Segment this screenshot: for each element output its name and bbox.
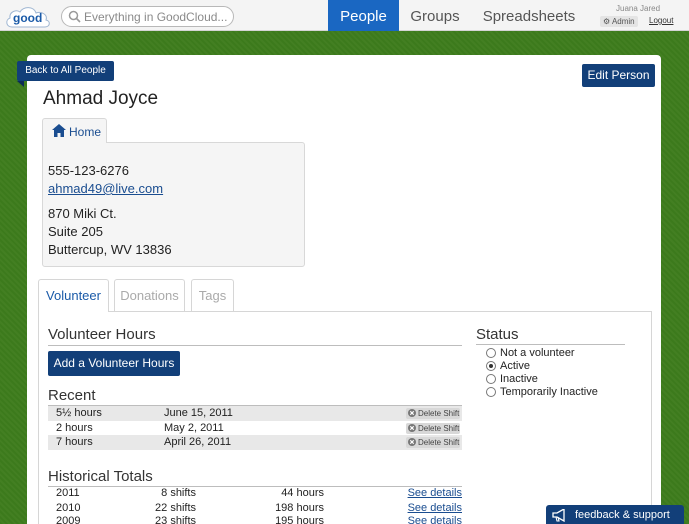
megaphone-icon bbox=[552, 509, 565, 522]
add-volunteer-hours-button[interactable]: Add a Volunteer Hours bbox=[48, 351, 180, 376]
shift-count: 23 shifts bbox=[155, 515, 196, 524]
gear-icon: ⚙ bbox=[603, 17, 611, 26]
top-bar: good People Groups Spreadsheets Juana Ja… bbox=[0, 0, 689, 31]
divider bbox=[48, 345, 462, 346]
phone-number: 555-123-6276 bbox=[48, 163, 129, 178]
radio-button[interactable] bbox=[486, 361, 496, 371]
table-row: 2009 23 shifts 195 hours See details bbox=[48, 514, 462, 524]
historical-totals-title: Historical Totals bbox=[48, 468, 153, 485]
shift-date: May 2, 2011 bbox=[164, 422, 224, 434]
close-circle-icon bbox=[408, 438, 416, 449]
tab-donations[interactable]: Donations bbox=[114, 279, 185, 311]
home-tab-label: Home bbox=[69, 125, 102, 139]
person-name: Ahmad Joyce bbox=[43, 88, 159, 109]
ribbon-tail bbox=[17, 81, 24, 87]
status-option-label: Inactive bbox=[500, 373, 538, 385]
delete-shift-label: Delete Shift bbox=[418, 409, 460, 418]
radio-button[interactable] bbox=[486, 387, 496, 397]
email-link[interactable]: ahmad49@live.com bbox=[48, 181, 163, 196]
admin-label: Admin bbox=[611, 17, 635, 26]
tab-tags[interactable]: Tags bbox=[191, 279, 234, 311]
shift-date: April 26, 2011 bbox=[164, 436, 232, 448]
see-details-link[interactable]: See details bbox=[408, 486, 462, 501]
nav-groups[interactable]: Groups bbox=[399, 0, 471, 31]
table-row: 2011 8 shifts 44 hours See details bbox=[48, 486, 462, 501]
status-option-label: Active bbox=[500, 360, 530, 372]
global-search[interactable] bbox=[61, 6, 234, 27]
close-circle-icon bbox=[408, 409, 416, 420]
nav-people[interactable]: People bbox=[328, 0, 399, 31]
edit-person-button[interactable]: Edit Person bbox=[582, 64, 655, 87]
delete-shift-label: Delete Shift bbox=[418, 424, 460, 433]
shift-hours: 5½ hours bbox=[56, 407, 102, 419]
table-row: 5½ hours June 15, 2011 Delete Shift bbox=[48, 406, 462, 421]
back-to-all-people-button[interactable]: Back to All People bbox=[17, 61, 114, 81]
status-option-label: Not a volunteer bbox=[500, 347, 575, 359]
shift-date: June 15, 2011 bbox=[164, 407, 233, 419]
status-title: Status bbox=[476, 326, 519, 343]
year: 2011 bbox=[56, 487, 80, 499]
recent-title: Recent bbox=[48, 387, 96, 404]
volunteer-hours-title: Volunteer Hours bbox=[48, 326, 156, 343]
shift-hours: 2 hours bbox=[56, 422, 93, 434]
see-details-link[interactable]: See details bbox=[408, 514, 462, 524]
hour-total: 44 hours bbox=[281, 487, 324, 499]
house-icon bbox=[52, 124, 66, 137]
address-line-2: Suite 205 bbox=[48, 224, 103, 239]
status-option-label: Temporarily Inactive bbox=[500, 386, 598, 398]
logo-text: good bbox=[13, 11, 43, 25]
logout-link[interactable]: Logout bbox=[649, 16, 673, 25]
tab-home-address[interactable]: Home bbox=[42, 118, 107, 143]
admin-link[interactable]: ⚙ Admin bbox=[600, 16, 638, 27]
delete-shift-label: Delete Shift bbox=[418, 438, 460, 447]
search-input[interactable] bbox=[84, 9, 230, 25]
feedback-label: feedback & support bbox=[575, 509, 670, 521]
shift-hours: 7 hours bbox=[56, 436, 93, 448]
feedback-support-button[interactable]: feedback & support bbox=[546, 505, 684, 524]
tab-volunteer[interactable]: Volunteer bbox=[38, 279, 109, 312]
year: 2009 bbox=[56, 515, 81, 524]
delete-shift-button[interactable]: Delete Shift bbox=[406, 437, 460, 448]
delete-shift-button[interactable]: Delete Shift bbox=[406, 408, 460, 419]
search-icon bbox=[68, 10, 81, 23]
hour-total: 195 hours bbox=[275, 515, 324, 524]
radio-button[interactable] bbox=[486, 348, 496, 358]
address-line-1: 870 Miki Ct. bbox=[48, 206, 117, 221]
address-line-3: Buttercup, WV 13836 bbox=[48, 242, 172, 257]
delete-shift-button[interactable]: Delete Shift bbox=[406, 423, 460, 434]
current-user-name: Juana Jared bbox=[616, 4, 661, 13]
nav-spreadsheets[interactable]: Spreadsheets bbox=[471, 0, 587, 31]
table-row: 7 hours April 26, 2011 Delete Shift bbox=[48, 435, 462, 450]
goodcloud-logo[interactable]: good bbox=[4, 4, 52, 29]
divider bbox=[476, 344, 625, 345]
radio-button[interactable] bbox=[486, 374, 496, 384]
table-row: 2 hours May 2, 2011 Delete Shift bbox=[48, 421, 462, 436]
shift-count: 8 shifts bbox=[161, 487, 196, 499]
close-circle-icon bbox=[408, 424, 416, 435]
